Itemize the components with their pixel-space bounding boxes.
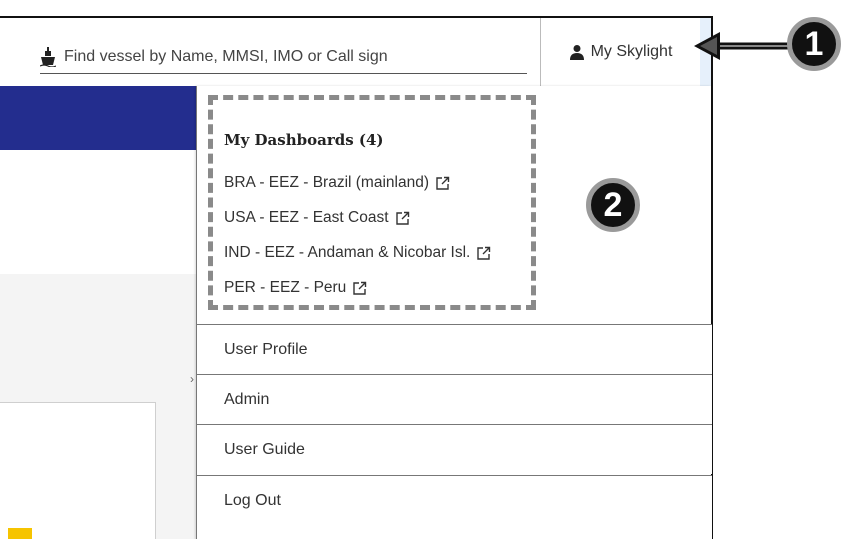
dashboard-label: BRA - EEZ - Brazil (mainland) [224,174,429,191]
callout-arrow [694,32,788,60]
ship-icon [40,46,56,67]
external-link-icon [436,176,450,190]
dashboards-heading: My Dashboards (4) [224,131,384,149]
menu-item-label: Admin [224,390,270,408]
dashboard-label: USA - EEZ - East Coast [224,209,389,226]
dashboard-label: PER - EEZ - Peru [224,279,347,296]
my-skylight-button[interactable]: My Skylight [540,18,700,86]
menu-item-log-out[interactable]: Log Out [197,475,712,539]
menu-item-label: User Profile [224,340,308,358]
dashboard-link[interactable]: IND - EEZ - Andaman & Nicobar Isl. [224,244,491,262]
menu-item-user-guide[interactable]: User Guide [197,424,712,474]
top-bar: Find vessel by Name, MMSI, IMO or Call s… [0,18,711,86]
external-link-icon [353,281,367,295]
dashboard-label: IND - EEZ - Andaman & Nicobar Isl. [224,244,471,261]
dashboard-link[interactable]: USA - EEZ - East Coast [224,209,410,227]
external-link-icon [477,246,491,260]
dashboard-link[interactable]: BRA - EEZ - Brazil (mainland) [224,174,450,192]
app-window: Find vessel by Name, MMSI, IMO or Call s… [0,16,713,539]
person-icon [569,45,584,60]
dashboard-link[interactable]: PER - EEZ - Peru [224,279,367,297]
account-dropdown-menu: My Dashboards (4) BRA - EEZ - Brazil (ma… [196,86,712,539]
menu-item-admin[interactable]: Admin [197,374,712,424]
callout-badge-1: 1 [787,17,841,71]
yellow-marker [8,528,32,539]
vessel-search-input[interactable]: Find vessel by Name, MMSI, IMO or Call s… [40,40,527,74]
menu-item-label: Log Out [224,491,281,509]
divider-glyph: › [190,372,194,386]
external-link-icon [395,211,409,225]
menu-item-user-profile[interactable]: User Profile [197,324,712,374]
search-placeholder: Find vessel by Name, MMSI, IMO or Call s… [64,47,388,65]
content-panel [0,402,156,539]
callout-badge-2: 2 [586,178,640,232]
menu-item-label: User Guide [224,440,305,458]
my-skylight-label: My Skylight [590,43,673,60]
